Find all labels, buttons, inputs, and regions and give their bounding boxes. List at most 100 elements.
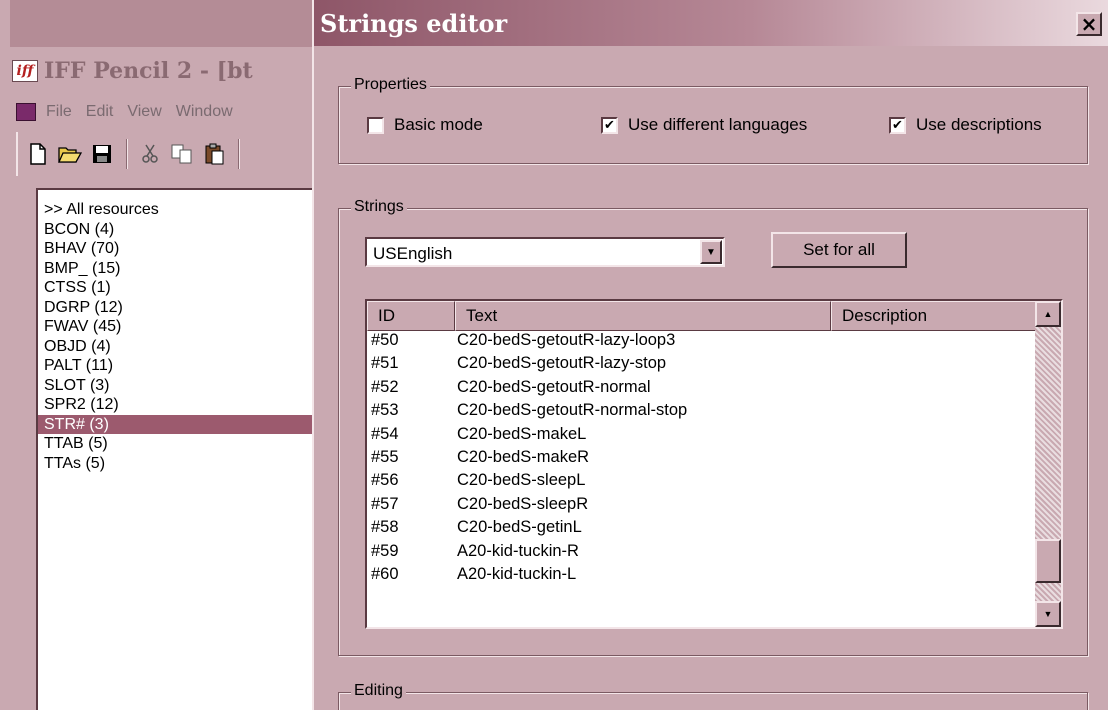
table-row[interactable]: #56 C20-bedS-sleepL (367, 471, 1039, 494)
cut-icon[interactable] (138, 142, 162, 166)
cell-id: #52 (371, 377, 399, 396)
cell-id: #57 (371, 494, 399, 513)
resource-item-selected[interactable]: STR# (3) (38, 414, 320, 434)
resource-item[interactable]: BCON (4) (38, 220, 320, 240)
table-row[interactable]: #58 C20-bedS-getinL (367, 518, 1039, 541)
save-icon[interactable] (90, 142, 114, 166)
resource-item[interactable]: SPR2 (12) (38, 395, 320, 415)
main-window: iff IFF Pencil 2 - [bt File Edit View Wi… (0, 0, 320, 710)
menu-edit[interactable]: Edit (86, 103, 114, 121)
menu-view[interactable]: View (127, 103, 161, 121)
strings-group: Strings USEnglish ▼ Set for all ID Text … (338, 198, 1088, 656)
table-row[interactable]: #59 A20-kid-tuckin-R (367, 542, 1039, 565)
cell-id: #55 (371, 447, 399, 466)
table-row[interactable]: #50 C20-bedS-getoutR-lazy-loop3 (367, 331, 1039, 354)
strings-group-label: Strings (351, 198, 407, 216)
cell-id: #53 (371, 401, 399, 420)
resource-item[interactable]: FWAV (45) (38, 317, 320, 337)
cell-text: C20-bedS-getoutR-normal (457, 377, 651, 396)
copy-icon[interactable] (170, 142, 194, 166)
resource-item[interactable]: CTSS (1) (38, 278, 320, 298)
table-row[interactable]: #54 C20-bedS-makeL (367, 425, 1039, 448)
main-title-row: iff IFF Pencil 2 - [bt (12, 56, 253, 86)
basic-mode-check-box[interactable] (367, 116, 384, 134)
editing-group: Editing (338, 682, 1088, 710)
table-row[interactable]: #57 C20-bedS-sleepR (367, 495, 1039, 518)
dialog-title: Strings editor (320, 8, 508, 38)
menu-file[interactable]: File (46, 103, 72, 121)
resource-item[interactable]: OBJD (4) (38, 337, 320, 357)
use-languages-checkbox[interactable]: ✔ Use different languages (601, 115, 807, 135)
toolbar (16, 132, 320, 176)
use-descriptions-checkbox[interactable]: ✔ Use descriptions (889, 115, 1042, 135)
cell-description (831, 331, 1039, 354)
scroll-down-arrow-icon[interactable]: ▼ (1035, 601, 1061, 627)
cell-id: #54 (371, 424, 399, 443)
column-header-id[interactable]: ID (367, 301, 455, 331)
resource-item[interactable]: >> All resources (38, 200, 320, 220)
toolbar-separator (126, 139, 128, 169)
language-value: USEnglish (373, 244, 453, 263)
cell-description (831, 425, 1039, 448)
toolbar-separator (238, 139, 240, 169)
resource-item[interactable]: BHAV (70) (38, 239, 320, 259)
column-header-description[interactable]: Description (831, 301, 1039, 331)
dialog-titlebar[interactable]: Strings editor × (314, 0, 1108, 46)
cell-text: C20-bedS-getoutR-lazy-stop (457, 354, 667, 373)
cell-id: #50 (371, 331, 399, 349)
strings-editor-dialog: Strings editor × Properties Basic mode ✔… (312, 0, 1108, 710)
editing-group-label: Editing (351, 682, 406, 700)
use-descriptions-check-box[interactable]: ✔ (889, 116, 906, 134)
cell-description (831, 471, 1039, 494)
cell-text: C20-bedS-getinL (457, 518, 582, 537)
paste-icon[interactable] (202, 142, 226, 166)
close-icon: × (1080, 12, 1098, 36)
resource-item[interactable]: SLOT (3) (38, 376, 320, 396)
resource-item[interactable]: TTAs (5) (38, 454, 320, 474)
resource-item[interactable]: PALT (11) (38, 356, 320, 376)
document-menu-icon[interactable] (16, 103, 36, 121)
table-row[interactable]: #60 A20-kid-tuckin-L (367, 565, 1039, 588)
language-dropdown[interactable]: USEnglish ▼ (365, 237, 725, 267)
basic-mode-checkbox[interactable]: Basic mode (367, 115, 483, 135)
table-row[interactable]: #55 C20-bedS-makeR (367, 448, 1039, 471)
use-descriptions-label[interactable]: Use descriptions (916, 115, 1042, 135)
cell-id: #59 (371, 541, 399, 560)
table-row[interactable]: #51 C20-bedS-getoutR-lazy-stop (367, 354, 1039, 377)
scroll-thumb[interactable] (1035, 538, 1061, 583)
use-languages-label[interactable]: Use different languages (628, 115, 807, 135)
menu-bar: File Edit View Window (16, 100, 247, 124)
column-header-text[interactable]: Text (455, 301, 831, 331)
use-languages-check-box[interactable]: ✔ (601, 116, 618, 134)
chevron-down-icon[interactable]: ▼ (700, 240, 722, 264)
vertical-scrollbar[interactable]: ▲ ▼ (1035, 301, 1061, 627)
cell-description (831, 448, 1039, 471)
set-for-all-button[interactable]: Set for all (771, 232, 907, 268)
scroll-up-arrow-icon[interactable]: ▲ (1035, 301, 1061, 327)
resource-item[interactable]: TTAB (5) (38, 434, 320, 454)
main-titlebar[interactable] (10, 0, 320, 47)
close-button[interactable]: × (1076, 12, 1102, 36)
new-icon[interactable] (26, 142, 50, 166)
cell-text: C20-bedS-makeR (457, 447, 590, 466)
cell-text: C20-bedS-sleepL (457, 471, 586, 490)
cell-id: #58 (371, 518, 399, 537)
cell-text: A20-kid-tuckin-R (457, 541, 579, 560)
cell-text: C20-bedS-getoutR-normal-stop (457, 401, 688, 420)
open-icon[interactable] (58, 142, 82, 166)
menu-window[interactable]: Window (176, 103, 233, 121)
resource-list[interactable]: >> All resources BCON (4) BHAV (70) BMP_… (36, 188, 320, 710)
properties-group-label: Properties (351, 76, 430, 94)
strings-table: ID Text Description #50 C20-bedS-getoutR-… (365, 299, 1063, 629)
resource-item[interactable]: BMP_ (15) (38, 259, 320, 279)
table-row[interactable]: #52 C20-bedS-getoutR-normal (367, 378, 1039, 401)
table-header: ID Text Description (367, 301, 1039, 331)
table-body: #50 C20-bedS-getoutR-lazy-loop3 #51 C20-be… (367, 331, 1039, 588)
cell-text: C20-bedS-getoutR-lazy-loop3 (457, 331, 676, 349)
properties-group: Properties Basic mode ✔ Use different la… (338, 76, 1088, 164)
basic-mode-label[interactable]: Basic mode (394, 115, 483, 135)
cell-description (831, 518, 1039, 541)
table-row[interactable]: #53 C20-bedS-getoutR-normal-stop (367, 401, 1039, 424)
cell-description (831, 401, 1039, 424)
resource-item[interactable]: DGRP (12) (38, 298, 320, 318)
